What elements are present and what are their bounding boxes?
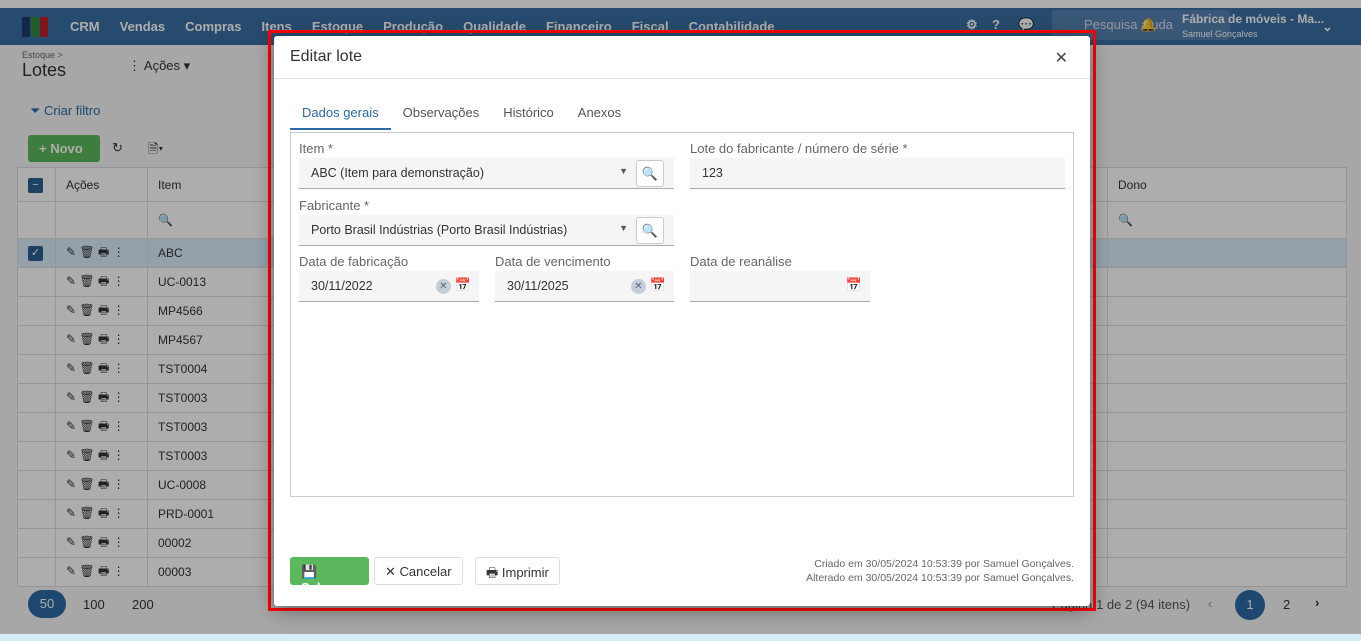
exp-date-value: 30/11/2025 — [507, 279, 569, 293]
tab-notes[interactable]: Observações — [391, 100, 492, 130]
edit-lot-dialog: Editar lote ✕ Dados gerais Observações Hi… — [274, 36, 1090, 606]
print-label: Imprimir — [501, 565, 549, 580]
mfg-date-input[interactable]: 30/11/2022 ✕ 📅 — [299, 271, 479, 302]
reanalysis-date-input[interactable]: 📅 — [690, 271, 870, 302]
maker-label: Fabricante * — [299, 198, 370, 213]
item-value: ABC (Item para demonstração) — [311, 166, 484, 180]
cancel-label: Cancelar — [399, 564, 452, 579]
calendar-icon[interactable]: 📅 — [650, 277, 666, 293]
exp-date-input[interactable]: 30/11/2025 ✕ 📅 — [495, 271, 674, 302]
cancel-button[interactable]: ✕ Cancelar — [374, 557, 463, 585]
bottom-strip — [0, 634, 1361, 641]
tab-general[interactable]: Dados gerais — [290, 100, 391, 130]
general-panel: Item * ABC (Item para demonstração) ▼ 🔍 L… — [290, 132, 1074, 497]
mfg-date-value: 30/11/2022 — [311, 279, 373, 293]
exp-date-label: Data de vencimento — [495, 254, 611, 269]
clear-icon[interactable]: ✕ — [436, 279, 451, 294]
calendar-icon[interactable]: 📅 — [455, 277, 471, 293]
lot-input[interactable]: 123 — [690, 158, 1065, 189]
dialog-title: Editar lote — [290, 48, 363, 65]
updated-info: Alterado em 30/05/2024 10:53:39 por Samu… — [806, 572, 1074, 584]
maker-value: Porto Brasil Indústrias (Porto Brasil In… — [311, 223, 568, 237]
save-label: Salvar — [301, 580, 341, 595]
reanalysis-date-label: Data de reanálise — [690, 254, 792, 269]
lot-label: Lote do fabricante / número de série * — [690, 141, 908, 156]
tab-history[interactable]: Histórico — [491, 100, 566, 130]
tab-attachments[interactable]: Anexos — [566, 100, 633, 130]
close-icon[interactable]: ✕ — [1055, 48, 1068, 68]
dropdown-caret-icon[interactable]: ▼ — [619, 223, 628, 233]
created-info: Criado em 30/05/2024 10:53:39 por Samuel… — [814, 558, 1074, 570]
mfg-date-label: Data de fabricação — [299, 254, 409, 269]
calendar-icon[interactable]: 📅 — [846, 277, 862, 293]
dropdown-caret-icon[interactable]: ▼ — [619, 166, 628, 176]
clear-icon[interactable]: ✕ — [631, 279, 646, 294]
maker-search-button[interactable]: 🔍 — [636, 217, 664, 244]
item-label: Item * — [299, 141, 333, 156]
save-button[interactable]: 💾 Salvar — [290, 557, 369, 595]
print-button[interactable]: 🖶 Imprimir — [475, 557, 560, 585]
maker-select[interactable]: Porto Brasil Indústrias (Porto Brasil In… — [299, 215, 674, 246]
item-select[interactable]: ABC (Item para demonstração) ▼ — [299, 158, 674, 189]
item-search-button[interactable]: 🔍 — [636, 160, 664, 187]
